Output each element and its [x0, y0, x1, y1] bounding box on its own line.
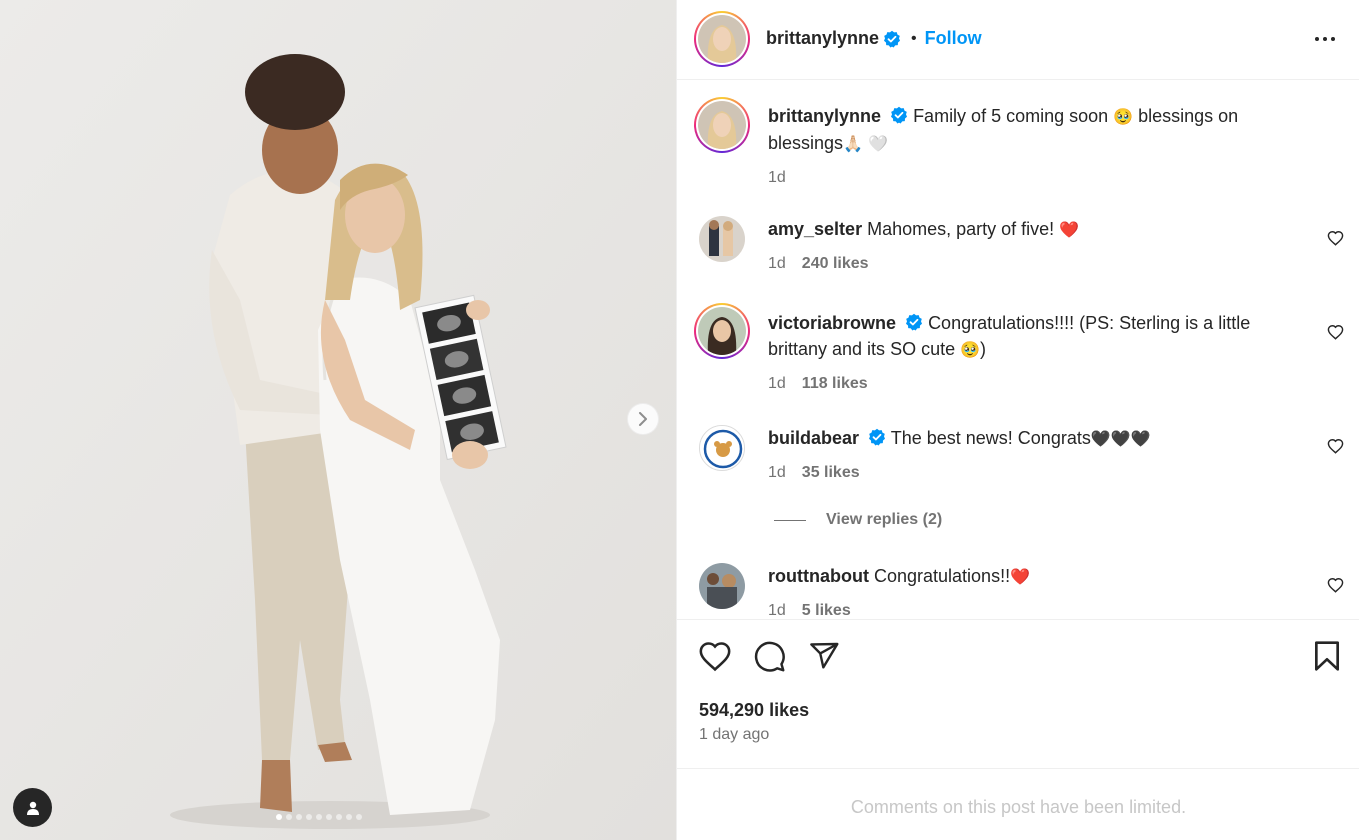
comment-text: Mahomes, party of five! — [867, 219, 1055, 239]
carousel-dot — [346, 814, 352, 820]
comment-like-icon[interactable] — [1327, 324, 1344, 340]
commenter-avatar[interactable] — [694, 303, 750, 359]
verified-badge-icon — [891, 106, 908, 124]
verified-badge-icon — [884, 30, 901, 47]
comment-emoji: 🖤🖤🖤 — [1090, 429, 1151, 448]
caption-body: brittanylynne Family of 5 coming soon 🥹 … — [768, 103, 1268, 191]
carousel-next-button[interactable] — [627, 403, 659, 435]
heart-icon[interactable] — [698, 640, 732, 672]
comment-body: victoriabrowne Congratulations!!!! (PS: … — [768, 310, 1278, 397]
carousel-dot — [316, 814, 322, 820]
carousel-dot — [326, 814, 332, 820]
post-time-ago[interactable]: 1 day ago — [699, 726, 769, 744]
share-icon[interactable] — [808, 640, 840, 672]
commenter-avatar[interactable] — [699, 216, 745, 262]
follow-button[interactable]: Follow — [925, 28, 982, 49]
caption-emoji: 🤍 — [867, 134, 888, 153]
comment-username[interactable]: amy_selter — [768, 219, 862, 239]
comments-list[interactable]: brittanylynne Family of 5 coming soon 🥹 … — [677, 81, 1359, 619]
replies-divider — [774, 519, 806, 521]
post-side-panel: brittanylynne • Follow brittanylynne Fam… — [676, 0, 1359, 840]
comment-body: routtnabout Congratulations!!❤️ 1d 5 lik… — [768, 563, 1288, 619]
post-actions: 594,290 likes 1 day ago — [677, 619, 1359, 769]
comment-likes[interactable]: 118 likes — [802, 371, 868, 397]
chevron-right-icon — [639, 412, 647, 426]
carousel-dot — [286, 814, 292, 820]
verified-badge-icon — [906, 313, 923, 331]
author-avatar[interactable] — [694, 11, 750, 67]
comment-like-icon[interactable] — [1327, 230, 1344, 246]
caption-username[interactable]: brittanylynne — [768, 106, 881, 126]
comment-username[interactable]: victoriabrowne — [768, 313, 896, 333]
carousel-dot — [356, 814, 362, 820]
view-replies-label: View replies (2) — [826, 511, 943, 528]
comment-time[interactable]: 1d — [768, 460, 786, 486]
avatar-image — [699, 216, 745, 262]
carousel-dot — [306, 814, 312, 820]
verified-badge-icon — [869, 428, 886, 446]
author-username[interactable]: brittanylynne — [766, 28, 879, 49]
carousel-dot — [296, 814, 302, 820]
comment-like-icon[interactable] — [1327, 577, 1344, 593]
comment-like-icon[interactable] — [1327, 438, 1344, 454]
view-replies-button[interactable]: View replies (2) — [774, 511, 942, 529]
bookmark-icon[interactable] — [1313, 640, 1341, 672]
avatar-image — [698, 15, 746, 63]
caption-meta: 1d — [768, 165, 1268, 191]
comment-time[interactable]: 1d — [768, 598, 786, 619]
post-photo — [0, 0, 676, 840]
caption-text: Family of 5 coming soon — [913, 106, 1109, 126]
carousel-dots — [276, 814, 362, 820]
user-tag-icon — [26, 801, 39, 815]
comment-text: The best news! Congrats — [890, 428, 1091, 448]
avatar-image — [698, 307, 746, 355]
comment-text: Congratulations!! — [873, 566, 1011, 586]
comment-username[interactable]: routtnabout — [768, 566, 869, 586]
header-user: brittanylynne • Follow — [766, 28, 982, 49]
comment-meta: 1d 240 likes — [768, 251, 1288, 277]
comment-emoji: 🥹 — [960, 340, 981, 359]
comment-body: amy_selter Mahomes, party of five! ❤️ 1d… — [768, 216, 1288, 277]
caption-avatar[interactable] — [694, 97, 750, 153]
comment-emoji: ❤️ — [1010, 567, 1030, 586]
comment-likes[interactable]: 35 likes — [802, 460, 860, 486]
comment-emoji: ❤️ — [1059, 220, 1080, 239]
more-options-icon[interactable] — [1313, 29, 1337, 49]
build-a-bear-logo-icon — [700, 426, 744, 470]
post-header: brittanylynne • Follow — [677, 0, 1359, 80]
carousel-dot — [276, 814, 282, 820]
commenter-avatar[interactable] — [699, 425, 745, 471]
avatar-image — [699, 563, 745, 609]
caption-emoji: 🙏🏻 — [843, 134, 863, 153]
comment-username[interactable]: buildabear — [768, 428, 859, 448]
header-separator: • — [911, 29, 917, 47]
user-tag-button[interactable] — [13, 788, 52, 827]
comment-time[interactable]: 1d — [768, 251, 786, 277]
post-media[interactable] — [0, 0, 676, 840]
comment-icon[interactable] — [753, 640, 786, 673]
comment-likes[interactable]: 240 likes — [802, 251, 869, 277]
comment-likes[interactable]: 5 likes — [802, 598, 851, 619]
comment-body: buildabear The best news! Congrats🖤🖤🖤 1d… — [768, 425, 1288, 486]
commenter-avatar[interactable] — [699, 563, 745, 609]
comment-time[interactable]: 1d — [768, 371, 786, 397]
comment-meta: 1d 35 likes — [768, 460, 1288, 486]
comments-limited-notice: Comments on this post have been limited. — [850, 797, 1187, 817]
caption-emoji: 🥹 — [1113, 107, 1134, 126]
caption-time[interactable]: 1d — [768, 165, 786, 191]
comment-meta: 1d 118 likes — [768, 371, 1278, 397]
avatar-image — [698, 101, 746, 149]
comment-meta: 1d 5 likes — [768, 598, 1288, 619]
post-likes-count[interactable]: 594,290 likes — [699, 700, 809, 721]
carousel-dot — [336, 814, 342, 820]
comment-text-end: ) — [980, 339, 987, 359]
